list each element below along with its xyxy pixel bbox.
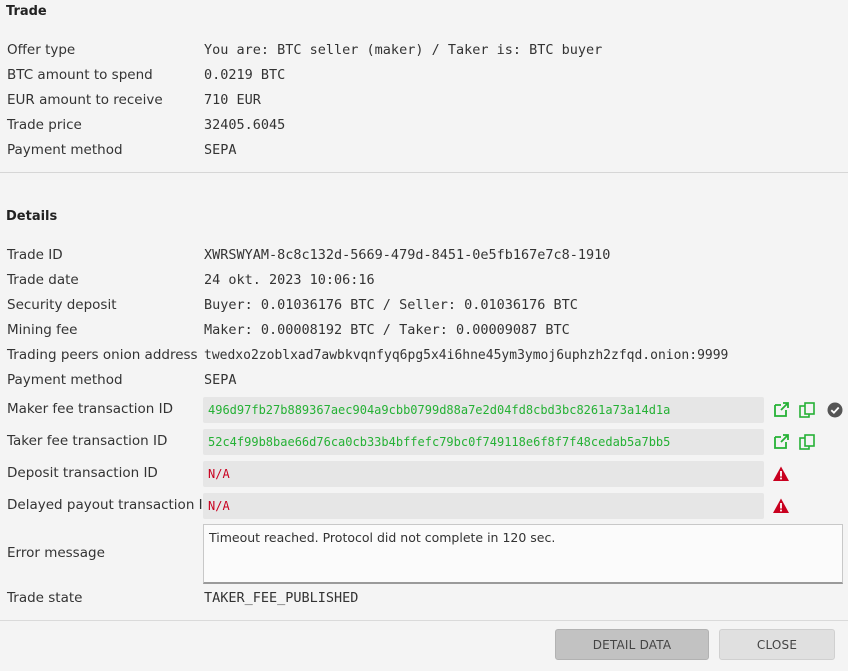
row-value: SEPA xyxy=(204,142,237,158)
row-value: Maker: 0.00008192 BTC / Taker: 0.0000908… xyxy=(204,322,570,338)
row-label: Offer type xyxy=(7,42,76,58)
row-value: 0.0219 BTC xyxy=(204,67,286,83)
row-label: Delayed payout transaction ID xyxy=(7,497,214,513)
maker-fee-tx-field[interactable]: 496d97fb27b889367aec904a9cbb0799d88a7e2d… xyxy=(203,397,764,423)
row-value: twedxo2zoblxad7awbkvqnfyq6pg5x4i6hne45ym… xyxy=(204,348,729,363)
warning-icon xyxy=(773,466,789,481)
row-label: Deposit transaction ID xyxy=(7,465,158,481)
trade-row-eur-amount: EUR amount to receive 710 EUR xyxy=(0,88,848,113)
row-label: EUR amount to receive xyxy=(7,92,163,108)
details-row-payment-method: Payment method SEPA xyxy=(0,368,848,393)
row-value: TAKER_FEE_PUBLISHED xyxy=(204,590,359,606)
confirmed-check-icon xyxy=(827,402,843,418)
delayed-payout-tx-field[interactable]: N/A xyxy=(203,493,764,519)
detail-data-button[interactable]: DETAIL DATA xyxy=(555,629,709,660)
row-label: Error message xyxy=(7,545,105,561)
row-label: Payment method xyxy=(7,142,123,158)
row-label: Trade state xyxy=(7,590,83,606)
trade-row-offer-type: Offer type You are: BTC seller (maker) /… xyxy=(0,38,848,63)
details-row-trade-state: Trade state TAKER_FEE_PUBLISHED xyxy=(0,586,848,611)
row-label: Maker fee transaction ID xyxy=(7,401,173,417)
row-label: Taker fee transaction ID xyxy=(7,433,168,449)
trade-row-payment-method: Payment method SEPA xyxy=(0,138,848,163)
row-label: Payment method xyxy=(7,372,123,388)
open-external-icon[interactable] xyxy=(772,433,790,451)
details-row-security-deposit: Security deposit Buyer: 0.01036176 BTC /… xyxy=(0,293,848,318)
deposit-tx-id: N/A xyxy=(208,467,230,481)
row-label: Security deposit xyxy=(7,297,117,313)
taker-fee-tx-field[interactable]: 52c4f99b8bae66d76ca0cb33b4bffefc79bc0f74… xyxy=(203,429,764,455)
row-label: Trade date xyxy=(7,272,79,288)
taker-fee-tx-id[interactable]: 52c4f99b8bae66d76ca0cb33b4bffefc79bc0f74… xyxy=(208,429,670,455)
row-label: Mining fee xyxy=(7,322,78,338)
row-value: 710 EUR xyxy=(204,92,261,108)
close-button[interactable]: CLOSE xyxy=(719,629,835,660)
row-label: Trade price xyxy=(7,117,82,133)
row-value: You are: BTC seller (maker) / Taker is: … xyxy=(204,42,603,58)
trade-row-btc-amount: BTC amount to spend 0.0219 BTC xyxy=(0,63,848,88)
section-divider xyxy=(0,172,848,173)
warning-icon xyxy=(773,498,789,513)
deposit-tx-field[interactable]: N/A xyxy=(203,461,764,487)
copy-icon[interactable] xyxy=(798,433,816,451)
trade-section-title: Trade xyxy=(6,4,47,19)
row-value: SEPA xyxy=(204,372,237,388)
maker-fee-tx-id[interactable]: 496d97fb27b889367aec904a9cbb0799d88a7e2d… xyxy=(208,397,670,423)
details-section-title: Details xyxy=(6,209,58,224)
details-row-trade-id: Trade ID XWRSWYAM-8c8c132d-5669-479d-845… xyxy=(0,243,848,268)
delayed-payout-tx-id: N/A xyxy=(208,499,230,513)
error-message-textarea[interactable]: Timeout reached. Protocol did not comple… xyxy=(203,524,843,584)
details-row-onion-address: Trading peers onion address twedxo2zoblx… xyxy=(0,343,848,368)
error-message-text: Timeout reached. Protocol did not comple… xyxy=(209,530,556,545)
row-label: Trade ID xyxy=(7,247,63,263)
copy-icon[interactable] xyxy=(798,401,816,419)
row-value: 32405.6045 xyxy=(204,117,286,133)
row-value: XWRSWYAM-8c8c132d-5669-479d-8451-0e5fb16… xyxy=(204,247,611,263)
details-row-mining-fee: Mining fee Maker: 0.00008192 BTC / Taker… xyxy=(0,318,848,343)
trade-row-price: Trade price 32405.6045 xyxy=(0,113,848,138)
row-value: 24 okt. 2023 10:06:16 xyxy=(204,272,375,288)
row-label: BTC amount to spend xyxy=(7,67,153,83)
details-row-trade-date: Trade date 24 okt. 2023 10:06:16 xyxy=(0,268,848,293)
row-value: Buyer: 0.01036176 BTC / Seller: 0.010361… xyxy=(204,297,578,313)
open-external-icon[interactable] xyxy=(772,401,790,419)
row-label: Trading peers onion address xyxy=(7,347,198,363)
